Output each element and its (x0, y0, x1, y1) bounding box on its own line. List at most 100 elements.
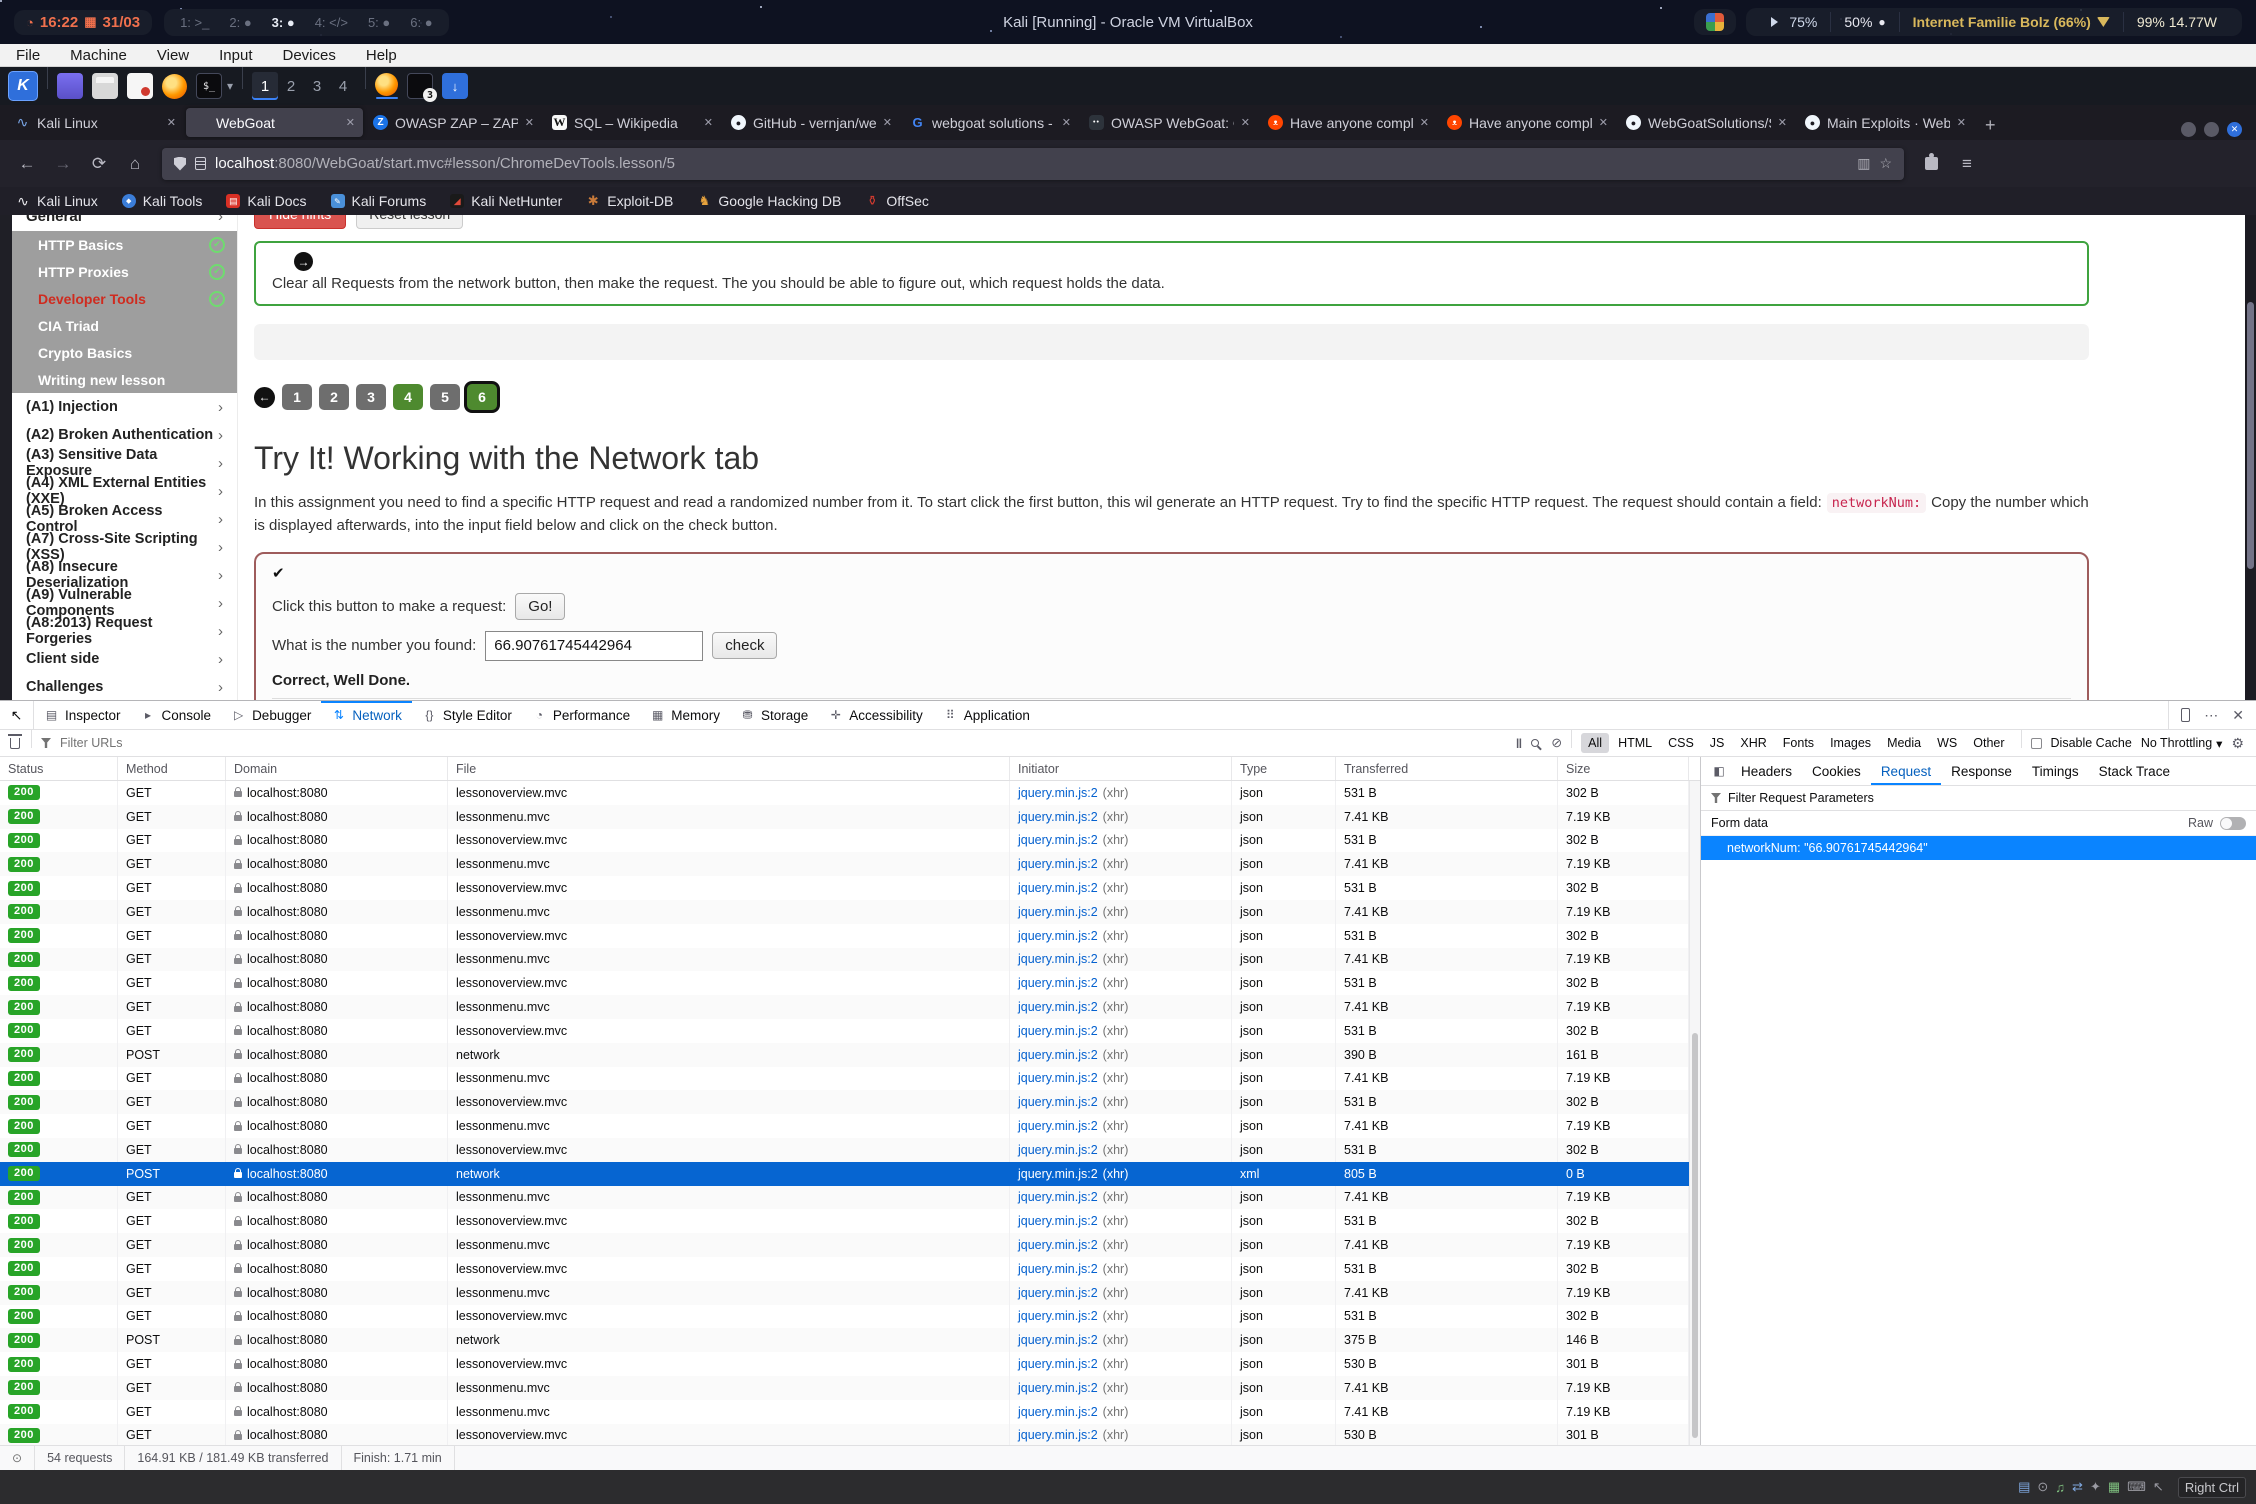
sidebar-category[interactable]: (A8:2013) Request Forgeries › (12, 617, 237, 645)
bookmark-item[interactable]: Google Hacking DB (697, 193, 841, 209)
raw-toggle-switch[interactable] (2220, 817, 2246, 830)
tab-close-icon[interactable]: ✕ (1241, 116, 1250, 129)
request-list-scrollbar-thumb[interactable] (1692, 1033, 1698, 1438)
initiator-link[interactable]: jquery.min.js:2 (1018, 1333, 1098, 1347)
initiator-link[interactable]: jquery.min.js:2 (1018, 1119, 1098, 1133)
type-filter-button[interactable]: JS (1703, 733, 1732, 753)
bookmark-item[interactable]: Kali Linux (16, 193, 98, 209)
sidebar-category[interactable]: (A7) Cross-Site Scripting (XSS) › (12, 533, 237, 561)
split-panel-toggle-icon[interactable]: ◧ (1707, 757, 1731, 785)
tab-close-icon[interactable]: ✕ (167, 116, 176, 129)
tray-volume[interactable]: 75% (1758, 12, 1830, 32)
sidebar-category[interactable]: (A4) XML External Entities (XXE) › (12, 477, 237, 505)
maximize-button[interactable] (2204, 122, 2219, 137)
type-filter-button[interactable]: CSS (1661, 733, 1701, 753)
hint-next-arrow-icon[interactable]: → (294, 252, 313, 271)
request-row[interactable]: 200 GET localhost:8080 lessonmenu.mvc jq… (0, 1233, 1689, 1257)
workspace-indicator[interactable]: 2: ● (219, 13, 261, 32)
pagination-page-button[interactable]: 5 (430, 384, 460, 410)
request-row[interactable]: 200 GET localhost:8080 lessonmenu.mvc jq… (0, 948, 1689, 972)
initiator-link[interactable]: jquery.min.js:2 (1018, 1262, 1098, 1276)
workspace-indicator[interactable]: 6: ● (400, 13, 442, 32)
initiator-link[interactable]: jquery.min.js:2 (1018, 857, 1098, 871)
tab-close-icon[interactable]: ✕ (1778, 116, 1787, 129)
type-filter-button[interactable]: Fonts (1776, 733, 1821, 753)
new-tab-button[interactable]: + (1975, 115, 2006, 140)
form-data-param[interactable]: networkNum: "66.90761745442964" (1701, 836, 2256, 860)
tray-battery[interactable]: 50%● (1830, 12, 1898, 32)
url-text[interactable]: localhost:8080/WebGoat/start.mvc#lesson/… (215, 155, 1848, 172)
workspace-indicator[interactable]: 4: </> (305, 13, 358, 32)
devtools-tab[interactable]: Storage (730, 701, 818, 729)
sidebar-category[interactable]: (A8) Insecure Deserialization › (12, 561, 237, 589)
type-filter-button[interactable]: Media (1880, 733, 1928, 753)
menu-hamburger-icon[interactable]: ≡ (1952, 149, 1982, 179)
minimize-button[interactable] (2181, 122, 2196, 137)
firefox-launcher-icon[interactable] (162, 74, 187, 99)
browser-tab[interactable]: GitHub - vernjan/web... ✕ (723, 108, 900, 137)
initiator-link[interactable]: jquery.min.js:2 (1018, 952, 1098, 966)
details-tab[interactable]: Headers (1731, 757, 1802, 785)
back-button[interactable]: ← (12, 149, 42, 179)
vm-usb-icon[interactable]: ✦ (2090, 1479, 2101, 1495)
request-row[interactable]: 200 GET localhost:8080 lessonmenu.mvc jq… (0, 900, 1689, 924)
vb-menu-item[interactable]: File (16, 47, 40, 64)
browser-tab[interactable]: WebGoatSolutions/So... ✕ (1618, 108, 1795, 137)
type-filter-button[interactable]: XHR (1733, 733, 1773, 753)
browser-tab[interactable]: Main Exploits · WebG... ✕ (1797, 108, 1974, 137)
column-header[interactable]: Domain (226, 757, 448, 780)
devtools-tab[interactable]: Performance (522, 701, 640, 729)
block-requests-icon[interactable]: ⊘ (1551, 735, 1562, 751)
tab-close-icon[interactable]: ✕ (1420, 116, 1429, 129)
clear-requests-icon[interactable] (10, 738, 20, 749)
request-row[interactable]: 200 GET localhost:8080 lessonoverview.mv… (0, 781, 1689, 805)
browser-tab[interactable]: Kali Linux ✕ (7, 108, 184, 137)
column-header[interactable]: File (448, 757, 1010, 780)
initiator-link[interactable]: jquery.min.js:2 (1018, 1143, 1098, 1157)
initiator-link[interactable]: jquery.min.js:2 (1018, 1024, 1098, 1038)
taskbar-workspace-button[interactable]: 1 (252, 72, 278, 100)
vb-menu-item[interactable]: Machine (70, 47, 127, 64)
request-row[interactable]: 200 GET localhost:8080 lessonoverview.mv… (0, 1352, 1689, 1376)
tab-close-icon[interactable]: ✕ (704, 116, 713, 129)
vb-menu-item[interactable]: Help (366, 47, 397, 64)
sidebar-lesson-item[interactable]: HTTP Proxies (12, 258, 237, 285)
pagination-page-button[interactable]: 3 (356, 384, 386, 410)
initiator-link[interactable]: jquery.min.js:2 (1018, 1381, 1098, 1395)
tab-close-icon[interactable]: ✕ (883, 116, 892, 129)
answer-input[interactable] (485, 631, 703, 661)
request-row[interactable]: 200 GET localhost:8080 lessonmenu.mvc jq… (0, 1067, 1689, 1091)
sidebar-category[interactable]: Client side › (12, 645, 237, 673)
devtools-close-icon[interactable]: ✕ (2232, 707, 2244, 724)
devtools-tab[interactable]: Memory (640, 701, 730, 729)
params-filter[interactable]: Filter Request Parameters (1701, 786, 2256, 811)
form-data-section[interactable]: Form data Raw (1701, 811, 2256, 836)
kali-menu-button[interactable]: K (8, 71, 38, 101)
tray-network[interactable]: Internet Familie Bolz (66%) (1899, 12, 2123, 32)
column-header[interactable]: Transferred (1336, 757, 1558, 780)
pick-element-icon[interactable]: ↖ (0, 701, 34, 729)
initiator-link[interactable]: jquery.min.js:2 (1018, 1357, 1098, 1371)
browser-tab[interactable]: webgoat solutions - ... ✕ (902, 108, 1079, 137)
request-row[interactable]: 200 GET localhost:8080 lessonmenu.mvc jq… (0, 1186, 1689, 1210)
devtools-tab[interactable]: Debugger (221, 701, 321, 729)
close-window-button[interactable]: ✕ (2227, 122, 2242, 137)
disable-cache-checkbox[interactable] (2031, 738, 2042, 749)
bookmark-item[interactable]: Kali NetHunter (450, 193, 562, 209)
go-button[interactable]: Go! (515, 593, 565, 620)
request-list-scrollbar[interactable] (1689, 781, 1700, 1445)
sidebar-category[interactable]: (A9) Vulnerable Components › (12, 589, 237, 617)
tab-close-icon[interactable]: ✕ (525, 116, 534, 129)
taskbar-workspace-button[interactable]: 3 (304, 72, 330, 100)
devtools-tab[interactable]: Inspector (34, 701, 131, 729)
performance-analysis-icon[interactable]: ⊙ (12, 1451, 22, 1465)
initiator-link[interactable]: jquery.min.js:2 (1018, 881, 1098, 895)
tray-power[interactable]: 99% 14.77W (2123, 12, 2230, 32)
request-row[interactable]: 200 GET localhost:8080 lessonoverview.mv… (0, 1090, 1689, 1114)
tab-close-icon[interactable]: ✕ (1062, 116, 1071, 129)
column-header[interactable]: Method (118, 757, 226, 780)
vm-mouse-icon[interactable]: ↖ (2153, 1479, 2164, 1495)
sidebar-lesson-item[interactable]: CIA Triad (12, 312, 237, 339)
details-tab[interactable]: Timings (2022, 757, 2089, 785)
initiator-link[interactable]: jquery.min.js:2 (1018, 786, 1098, 800)
